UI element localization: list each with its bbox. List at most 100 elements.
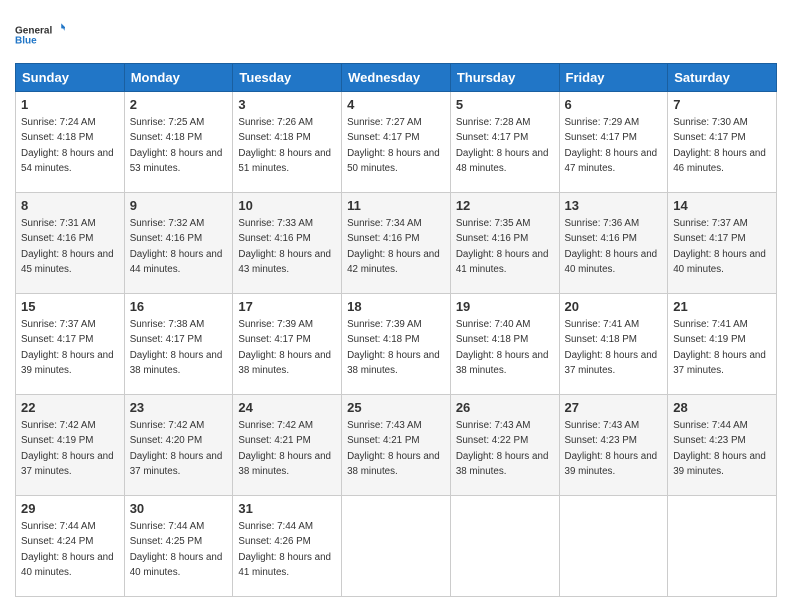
day-number: 18 (347, 298, 445, 316)
day-number: 7 (673, 96, 771, 114)
cell-info: Sunrise: 7:41 AMSunset: 4:19 PMDaylight:… (673, 319, 766, 376)
cell-info: Sunrise: 7:37 AMSunset: 4:17 PMDaylight:… (673, 218, 766, 275)
calendar-table: SundayMondayTuesdayWednesdayThursdayFrid… (15, 63, 777, 597)
calendar-cell: 8 Sunrise: 7:31 AMSunset: 4:16 PMDayligh… (16, 193, 125, 294)
calendar-cell: 30 Sunrise: 7:44 AMSunset: 4:25 PMDaylig… (124, 496, 233, 597)
calendar-cell: 1 Sunrise: 7:24 AMSunset: 4:18 PMDayligh… (16, 92, 125, 193)
day-number: 6 (565, 96, 663, 114)
day-number: 15 (21, 298, 119, 316)
cell-info: Sunrise: 7:38 AMSunset: 4:17 PMDaylight:… (130, 319, 223, 376)
cell-info: Sunrise: 7:44 AMSunset: 4:26 PMDaylight:… (238, 521, 331, 578)
header: General Blue (15, 15, 777, 53)
cell-info: Sunrise: 7:37 AMSunset: 4:17 PMDaylight:… (21, 319, 114, 376)
calendar-cell: 15 Sunrise: 7:37 AMSunset: 4:17 PMDaylig… (16, 294, 125, 395)
calendar-cell: 27 Sunrise: 7:43 AMSunset: 4:23 PMDaylig… (559, 395, 668, 496)
svg-text:Blue: Blue (15, 35, 37, 46)
cell-info: Sunrise: 7:32 AMSunset: 4:16 PMDaylight:… (130, 218, 223, 275)
day-number: 28 (673, 399, 771, 417)
cell-info: Sunrise: 7:36 AMSunset: 4:16 PMDaylight:… (565, 218, 658, 275)
calendar-cell: 5 Sunrise: 7:28 AMSunset: 4:17 PMDayligh… (450, 92, 559, 193)
day-number: 21 (673, 298, 771, 316)
cell-info: Sunrise: 7:39 AMSunset: 4:18 PMDaylight:… (347, 319, 440, 376)
cell-info: Sunrise: 7:30 AMSunset: 4:17 PMDaylight:… (673, 117, 766, 174)
day-number: 13 (565, 197, 663, 215)
weekday-header: Saturday (668, 64, 777, 92)
calendar-cell: 19 Sunrise: 7:40 AMSunset: 4:18 PMDaylig… (450, 294, 559, 395)
calendar-cell: 9 Sunrise: 7:32 AMSunset: 4:16 PMDayligh… (124, 193, 233, 294)
cell-info: Sunrise: 7:33 AMSunset: 4:16 PMDaylight:… (238, 218, 331, 275)
calendar-cell (559, 496, 668, 597)
day-number: 27 (565, 399, 663, 417)
day-number: 26 (456, 399, 554, 417)
calendar-cell: 4 Sunrise: 7:27 AMSunset: 4:17 PMDayligh… (342, 92, 451, 193)
calendar-cell: 22 Sunrise: 7:42 AMSunset: 4:19 PMDaylig… (16, 395, 125, 496)
cell-info: Sunrise: 7:43 AMSunset: 4:23 PMDaylight:… (565, 420, 658, 477)
cell-info: Sunrise: 7:42 AMSunset: 4:20 PMDaylight:… (130, 420, 223, 477)
cell-info: Sunrise: 7:35 AMSunset: 4:16 PMDaylight:… (456, 218, 549, 275)
day-number: 2 (130, 96, 228, 114)
day-number: 23 (130, 399, 228, 417)
weekday-header: Thursday (450, 64, 559, 92)
calendar-cell: 31 Sunrise: 7:44 AMSunset: 4:26 PMDaylig… (233, 496, 342, 597)
day-number: 3 (238, 96, 336, 114)
calendar-cell: 23 Sunrise: 7:42 AMSunset: 4:20 PMDaylig… (124, 395, 233, 496)
day-number: 9 (130, 197, 228, 215)
day-number: 8 (21, 197, 119, 215)
weekday-header: Monday (124, 64, 233, 92)
cell-info: Sunrise: 7:43 AMSunset: 4:21 PMDaylight:… (347, 420, 440, 477)
calendar-cell (450, 496, 559, 597)
calendar-cell: 2 Sunrise: 7:25 AMSunset: 4:18 PMDayligh… (124, 92, 233, 193)
weekday-header: Sunday (16, 64, 125, 92)
day-number: 25 (347, 399, 445, 417)
day-number: 5 (456, 96, 554, 114)
day-number: 16 (130, 298, 228, 316)
svg-text:General: General (15, 25, 52, 36)
calendar-cell: 20 Sunrise: 7:41 AMSunset: 4:18 PMDaylig… (559, 294, 668, 395)
day-number: 1 (21, 96, 119, 114)
calendar-cell: 13 Sunrise: 7:36 AMSunset: 4:16 PMDaylig… (559, 193, 668, 294)
day-number: 14 (673, 197, 771, 215)
cell-info: Sunrise: 7:39 AMSunset: 4:17 PMDaylight:… (238, 319, 331, 376)
cell-info: Sunrise: 7:28 AMSunset: 4:17 PMDaylight:… (456, 117, 549, 174)
day-number: 17 (238, 298, 336, 316)
calendar-cell: 7 Sunrise: 7:30 AMSunset: 4:17 PMDayligh… (668, 92, 777, 193)
cell-info: Sunrise: 7:41 AMSunset: 4:18 PMDaylight:… (565, 319, 658, 376)
day-number: 31 (238, 500, 336, 518)
calendar-cell: 17 Sunrise: 7:39 AMSunset: 4:17 PMDaylig… (233, 294, 342, 395)
cell-info: Sunrise: 7:31 AMSunset: 4:16 PMDaylight:… (21, 218, 114, 275)
cell-info: Sunrise: 7:44 AMSunset: 4:25 PMDaylight:… (130, 521, 223, 578)
calendar-cell: 11 Sunrise: 7:34 AMSunset: 4:16 PMDaylig… (342, 193, 451, 294)
cell-info: Sunrise: 7:44 AMSunset: 4:23 PMDaylight:… (673, 420, 766, 477)
calendar-cell: 18 Sunrise: 7:39 AMSunset: 4:18 PMDaylig… (342, 294, 451, 395)
calendar-cell (342, 496, 451, 597)
day-number: 10 (238, 197, 336, 215)
cell-info: Sunrise: 7:29 AMSunset: 4:17 PMDaylight:… (565, 117, 658, 174)
day-number: 30 (130, 500, 228, 518)
cell-info: Sunrise: 7:25 AMSunset: 4:18 PMDaylight:… (130, 117, 223, 174)
day-number: 20 (565, 298, 663, 316)
cell-info: Sunrise: 7:42 AMSunset: 4:21 PMDaylight:… (238, 420, 331, 477)
day-number: 11 (347, 197, 445, 215)
day-number: 24 (238, 399, 336, 417)
calendar-cell: 28 Sunrise: 7:44 AMSunset: 4:23 PMDaylig… (668, 395, 777, 496)
cell-info: Sunrise: 7:34 AMSunset: 4:16 PMDaylight:… (347, 218, 440, 275)
logo-svg: General Blue (15, 15, 65, 53)
cell-info: Sunrise: 7:40 AMSunset: 4:18 PMDaylight:… (456, 319, 549, 376)
calendar-cell: 24 Sunrise: 7:42 AMSunset: 4:21 PMDaylig… (233, 395, 342, 496)
calendar-cell: 10 Sunrise: 7:33 AMSunset: 4:16 PMDaylig… (233, 193, 342, 294)
cell-info: Sunrise: 7:42 AMSunset: 4:19 PMDaylight:… (21, 420, 114, 477)
weekday-header: Tuesday (233, 64, 342, 92)
day-number: 19 (456, 298, 554, 316)
weekday-header: Friday (559, 64, 668, 92)
calendar-cell: 6 Sunrise: 7:29 AMSunset: 4:17 PMDayligh… (559, 92, 668, 193)
calendar-cell: 3 Sunrise: 7:26 AMSunset: 4:18 PMDayligh… (233, 92, 342, 193)
calendar-cell: 14 Sunrise: 7:37 AMSunset: 4:17 PMDaylig… (668, 193, 777, 294)
cell-info: Sunrise: 7:44 AMSunset: 4:24 PMDaylight:… (21, 521, 114, 578)
day-number: 4 (347, 96, 445, 114)
day-number: 29 (21, 500, 119, 518)
calendar-cell: 25 Sunrise: 7:43 AMSunset: 4:21 PMDaylig… (342, 395, 451, 496)
day-number: 12 (456, 197, 554, 215)
calendar-cell: 26 Sunrise: 7:43 AMSunset: 4:22 PMDaylig… (450, 395, 559, 496)
calendar-cell: 29 Sunrise: 7:44 AMSunset: 4:24 PMDaylig… (16, 496, 125, 597)
day-number: 22 (21, 399, 119, 417)
